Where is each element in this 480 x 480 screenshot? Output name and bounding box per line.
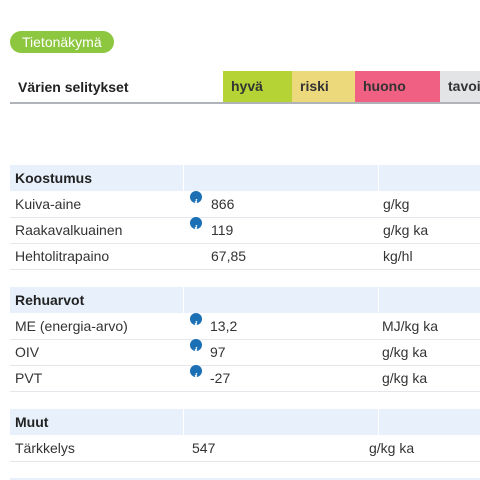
row-label: Hehtolitrapaino (15, 248, 110, 264)
column-divider (183, 165, 184, 191)
row-unit: g/kg (383, 196, 410, 212)
row-label: PVT (15, 370, 43, 386)
column-divider (183, 409, 184, 435)
legend-divider (10, 102, 480, 104)
table-row: Hehtolitrapaino 67,85 kg/hl (10, 243, 480, 270)
table-row: PVT i -27 g/kg ka (10, 365, 480, 392)
section-title: Rehuarvot (15, 292, 85, 308)
section-title: Muut (15, 414, 49, 430)
legend-chip-risk: riski (292, 71, 355, 102)
row-unit: g/kg ka (382, 370, 428, 386)
info-icon[interactable]: i (190, 365, 202, 383)
view-toggle-button[interactable]: Tietonäkymä (10, 31, 114, 53)
table-row: OIV i 97 g/kg ka (10, 339, 480, 366)
legend-title: Värien selitykset (18, 79, 129, 95)
row-label: Kuiva-aine (15, 196, 82, 212)
info-icon[interactable]: i (190, 313, 202, 331)
section-title: Koostumus (15, 170, 92, 186)
info-icon[interactable]: i (190, 217, 202, 235)
info-icon[interactable]: i (190, 191, 202, 209)
row-value: 547 (192, 440, 216, 456)
row-unit: g/kg ka (382, 344, 428, 360)
table-row: Kuiva-aine i 866 g/kg (10, 191, 480, 218)
row-label: Raakavalkuainen (15, 222, 123, 238)
row-unit: g/kg ka (369, 440, 415, 456)
column-divider (378, 287, 379, 313)
legend-chip-target: tavoi (440, 71, 480, 102)
column-divider (378, 409, 379, 435)
info-icon[interactable]: i (190, 339, 202, 357)
section-header-rehuarvot: Rehuarvot (10, 287, 480, 313)
row-label: OIV (15, 344, 40, 360)
row-unit: kg/hl (383, 248, 413, 264)
column-divider (378, 165, 379, 191)
legend-chip-bad: huono (355, 71, 440, 102)
column-divider (183, 287, 184, 313)
section-header-muut: Muut (10, 409, 480, 435)
legend-chip-good: hyvä (223, 71, 292, 102)
row-value: -27 (210, 370, 231, 386)
row-label: ME (energia-arvo) (15, 318, 128, 334)
table-row: Tärkkelys 547 g/kg ka (10, 435, 480, 462)
row-unit: g/kg ka (383, 222, 429, 238)
row-label: Tärkkelys (15, 440, 75, 456)
row-value: 866 (211, 196, 235, 212)
row-value: 119 (211, 222, 234, 238)
table-row: ME (energia-arvo) i 13,2 MJ/kg ka (10, 313, 480, 340)
section-header-koostumus: Koostumus (10, 165, 480, 191)
row-unit: MJ/kg ka (382, 318, 439, 334)
row-value: 13,2 (210, 318, 238, 334)
row-value: 97 (210, 344, 226, 360)
row-value: 67,85 (211, 248, 247, 264)
table-row: Raakavalkuainen i 119 g/kg ka (10, 217, 480, 244)
